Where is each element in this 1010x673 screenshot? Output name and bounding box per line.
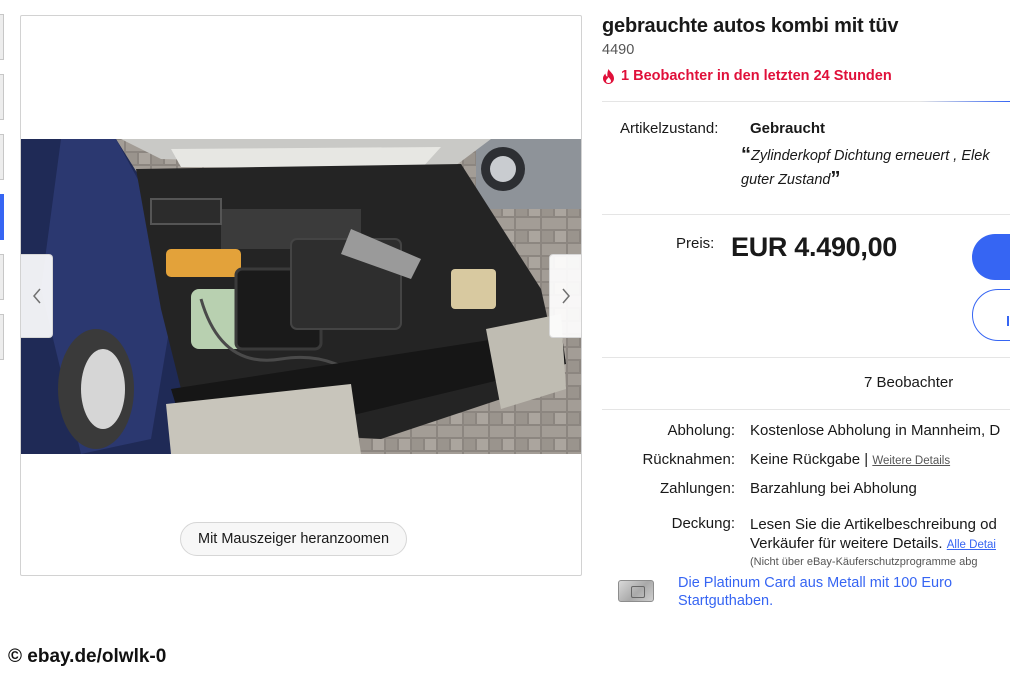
previous-image-button[interactable] (21, 254, 53, 338)
divider (602, 357, 1010, 358)
watcher-count: 7 Beobachter (864, 374, 954, 391)
thumbnail[interactable] (0, 314, 4, 360)
divider (602, 409, 1010, 410)
listing-title: gebrauchte autos kombi mit tüv (602, 15, 899, 37)
returns-details-link[interactable]: Weitere Details (872, 455, 950, 467)
quote-close: ” (830, 168, 841, 190)
divider (602, 214, 1010, 215)
source-watermark: © ebay.de/olwlk-0 (8, 646, 167, 667)
pickup-value: Kostenlose Abholung in Mannheim, D (750, 422, 1001, 439)
hot-watchers-text: 1 Beobachter in den letzten 24 Stunden (621, 68, 892, 84)
thumbnail[interactable] (0, 134, 4, 180)
zoom-hint: Mit Mauszeiger heranzoomen (180, 522, 408, 556)
listing-photo[interactable] (21, 139, 581, 454)
hot-watchers-badge: 1 Beobachter in den letzten 24 Stunden (602, 68, 892, 84)
image-gallery: Mit Mauszeiger heranzoomen (20, 15, 582, 576)
coverage-line1: Lesen Sie die Artikelbeschreibung od (750, 516, 997, 533)
condition-description-line2: guter Zustand (741, 172, 831, 188)
promo-link[interactable]: Die Platinum Card aus Metall mit 100 Eur… (678, 574, 978, 610)
coverage-label: Deckung: (671, 515, 735, 532)
secondary-action-button[interactable] (972, 289, 1010, 341)
thumbnail[interactable] (0, 14, 4, 60)
coverage-note: (Nicht über eBay-Käuferschutzprogramme a… (750, 556, 978, 568)
price-value: EUR 4.490,00 (731, 232, 898, 262)
returns-label: Rücknahmen: (642, 451, 735, 468)
payment-value: Barzahlung bei Abholung (750, 480, 917, 497)
coverage-line2: Verkäufer für weitere Details. (750, 535, 943, 552)
flame-icon (603, 68, 614, 84)
condition-label: Artikelzustand: (620, 120, 719, 137)
quote-open: “ (741, 144, 751, 166)
returns-separator: | (864, 451, 869, 468)
condition-description-line1: Zylinderkopf Dichtung erneuert , Elek (751, 148, 990, 164)
coverage-details-link[interactable]: Alle Detai (947, 539, 996, 551)
credit-card-icon (618, 580, 654, 602)
thumbnail[interactable] (0, 254, 4, 300)
divider (602, 101, 1010, 102)
next-image-button[interactable] (549, 254, 581, 338)
condition-description: “Zylinderkopf Dichtung erneuert , Elek g… (741, 144, 990, 192)
price-label: Preis: (676, 235, 715, 252)
chevron-right-icon (561, 288, 570, 304)
thumbnail-selected[interactable] (0, 194, 4, 240)
chevron-left-icon (32, 288, 41, 304)
returns-value: Keine Rückgabe | Weitere Details (750, 451, 950, 468)
payment-label: Zahlungen: (659, 480, 735, 497)
listing-subtitle: 4490 (602, 42, 635, 58)
coverage-value: Lesen Sie die Artikelbeschreibung od Ver… (750, 515, 997, 555)
returns-value-text: Keine Rückgabe (750, 451, 861, 468)
condition-value: Gebraucht (750, 120, 826, 137)
pickup-label: Abholung: (667, 422, 735, 439)
thumbnail[interactable] (0, 74, 4, 120)
buy-now-button[interactable] (972, 234, 1010, 280)
